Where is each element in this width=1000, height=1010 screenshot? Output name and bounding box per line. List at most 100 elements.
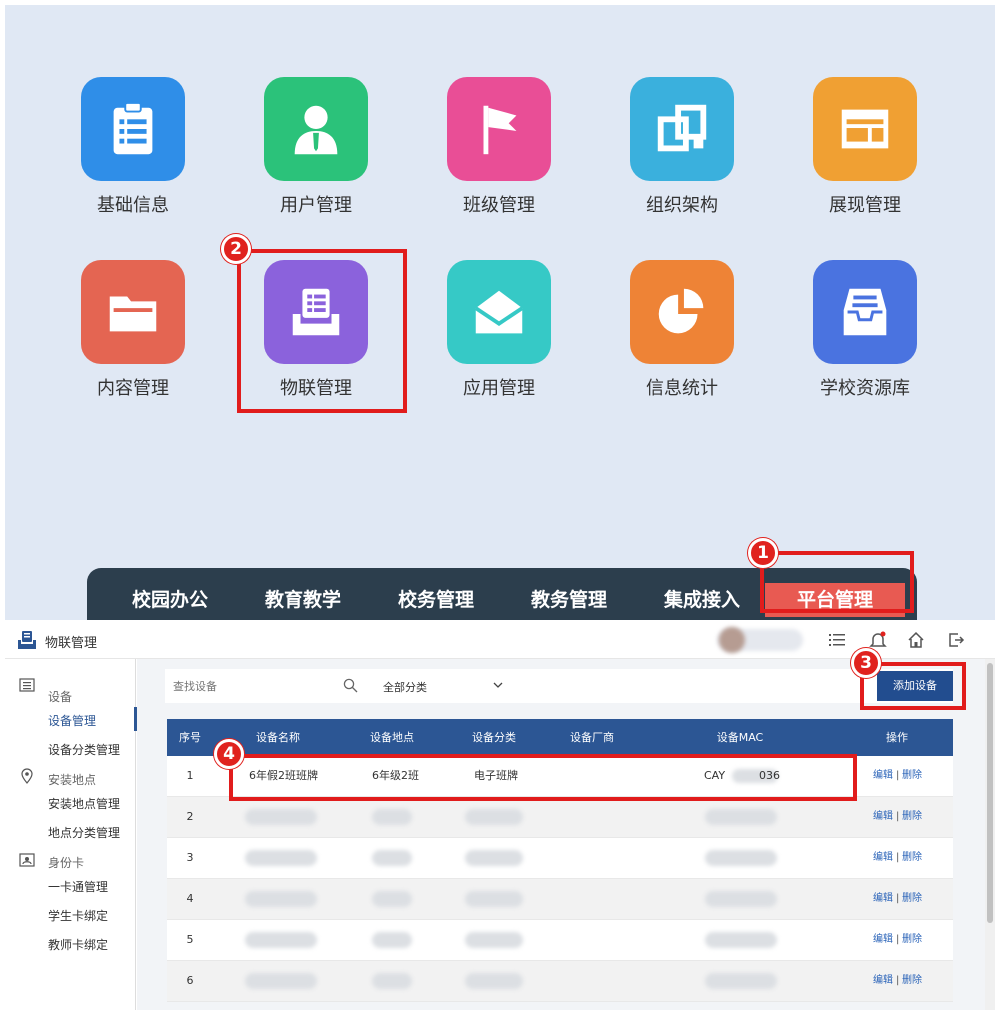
cell-index: 3 (186, 851, 194, 864)
delete-link[interactable]: 删除 (902, 756, 922, 797)
step-badge-3: 3 (851, 648, 881, 678)
cell-index: 6 (186, 974, 194, 987)
cell-index: 1 (186, 769, 194, 782)
col-vendor: 设备厂商 (570, 731, 614, 744)
pie-chart-icon (658, 288, 704, 334)
sidebar: 设备 设备管理 设备分类管理 安装地点 安装地点管理 地点分类管理 身份卡 一卡… (5, 659, 137, 1010)
app-label: 组织架构 (646, 195, 718, 216)
table-row[interactable]: 4 编辑 | 删除 (167, 879, 953, 920)
op-separator: | (896, 893, 900, 904)
col-location: 设备地点 (370, 731, 414, 744)
delete-link[interactable]: 删除 (902, 961, 922, 1002)
sidebar-item-student-card[interactable]: 学生卡绑定 (48, 907, 108, 924)
op-separator: | (896, 852, 900, 863)
op-separator: | (896, 975, 900, 986)
nav-academic-affairs[interactable]: 教务管理 (514, 583, 624, 617)
edit-link[interactable]: 编辑 (873, 756, 893, 797)
nav-school-affairs[interactable]: 校务管理 (381, 583, 491, 617)
redacted-name (245, 850, 317, 866)
app-label: 内容管理 (97, 378, 169, 399)
sidebar-item-device-category[interactable]: 设备分类管理 (48, 741, 120, 758)
location-pin-icon (21, 768, 33, 784)
chevron-down-icon (493, 682, 503, 688)
bell-icon[interactable] (869, 631, 887, 649)
device-icon (19, 678, 35, 692)
app-label: 学校资源库 (820, 378, 910, 399)
cell-index: 5 (186, 933, 194, 946)
clipboard-list-icon (113, 101, 153, 155)
redacted-mac (705, 891, 777, 907)
sidebar-item-teacher-card[interactable]: 教师卡绑定 (48, 936, 108, 953)
delete-link[interactable]: 删除 (902, 920, 922, 961)
nav-campus-office[interactable]: 校园办公 (115, 583, 225, 617)
redacted-name (245, 932, 317, 948)
cell-index: 4 (186, 892, 194, 905)
tray-icon (843, 288, 887, 336)
category-select[interactable]: 全部分类 (375, 669, 505, 703)
edit-link[interactable]: 编辑 (873, 961, 893, 1002)
app-tile-display-mgmt[interactable] (813, 77, 917, 181)
window-titlebar: 物联管理 (5, 621, 995, 659)
step-badge-2: 2 (221, 234, 251, 264)
envelope-open-icon (474, 290, 524, 334)
redacted-name (245, 809, 317, 825)
delete-link[interactable]: 删除 (902, 879, 922, 920)
list-icon[interactable] (829, 633, 845, 647)
app-tile-org-structure[interactable] (630, 77, 734, 181)
app-tile-basic-info[interactable] (81, 77, 185, 181)
redacted-mac (705, 932, 777, 948)
category-select-value: 全部分类 (383, 681, 427, 694)
redacted-location (372, 891, 412, 907)
edit-link[interactable]: 编辑 (873, 920, 893, 961)
redacted-category (465, 891, 523, 907)
app-label: 用户管理 (280, 195, 352, 216)
redacted-location (372, 850, 412, 866)
redacted-mac (705, 973, 777, 989)
table-row[interactable]: 2 编辑 | 删除 (167, 797, 953, 838)
search-icon[interactable] (343, 678, 358, 693)
app-logo-icon (18, 631, 36, 649)
filter-bar: 全部分类 (165, 669, 953, 703)
app-tile-user-mgmt[interactable] (264, 77, 368, 181)
main-content: 全部分类 添加设备 序号 设备名称 设备地点 设备分类 设备厂商 设备MAC 操… (137, 659, 985, 1010)
redacted-name (245, 891, 317, 907)
user-tie-icon (294, 105, 338, 155)
app-tile-content-mgmt[interactable] (81, 260, 185, 364)
table-row[interactable]: 3 编辑 | 删除 (167, 838, 953, 879)
nav-integration[interactable]: 集成接入 (647, 583, 757, 617)
app-tile-class-mgmt[interactable] (447, 77, 551, 181)
table-row[interactable]: 6 编辑 | 删除 (167, 961, 953, 1002)
sidebar-item-card-mgmt[interactable]: 一卡通管理 (48, 878, 108, 895)
redacted-category (465, 809, 523, 825)
edit-link[interactable]: 编辑 (873, 797, 893, 838)
scrollbar-thumb[interactable] (987, 663, 993, 923)
col-category: 设备分类 (472, 731, 516, 744)
edit-link[interactable]: 编辑 (873, 838, 893, 879)
app-tile-app-mgmt[interactable] (447, 260, 551, 364)
sidebar-item-location-category[interactable]: 地点分类管理 (48, 824, 120, 841)
op-separator: | (896, 770, 900, 781)
col-actions: 操作 (886, 731, 908, 744)
redacted-location (372, 932, 412, 948)
iot-management-window: 物联管理 设备 设备管理 设备分类管理 安装地点 安装地点管理 地点分类管理 身… (5, 621, 995, 1010)
delete-link[interactable]: 删除 (902, 838, 922, 879)
col-name: 设备名称 (256, 731, 300, 744)
app-label: 信息统计 (646, 378, 718, 399)
sidebar-item-device-mgmt[interactable]: 设备管理 (48, 712, 96, 729)
table-row[interactable]: 5 编辑 | 删除 (167, 920, 953, 961)
col-index: 序号 (179, 731, 201, 744)
logout-icon[interactable] (947, 631, 965, 649)
app-label: 班级管理 (463, 195, 535, 216)
home-icon[interactable] (907, 631, 925, 649)
edit-link[interactable]: 编辑 (873, 879, 893, 920)
sidebar-item-location-mgmt[interactable]: 安装地点管理 (48, 795, 120, 812)
app-tile-school-library[interactable] (813, 260, 917, 364)
app-label: 展现管理 (829, 195, 901, 216)
nav-education[interactable]: 教育教学 (248, 583, 358, 617)
op-separator: | (896, 934, 900, 945)
delete-link[interactable]: 删除 (902, 797, 922, 838)
app-tile-info-stats[interactable] (630, 260, 734, 364)
redacted-mac (705, 850, 777, 866)
search-input[interactable] (173, 677, 323, 695)
sidebar-group-location: 安装地点 (48, 773, 97, 787)
